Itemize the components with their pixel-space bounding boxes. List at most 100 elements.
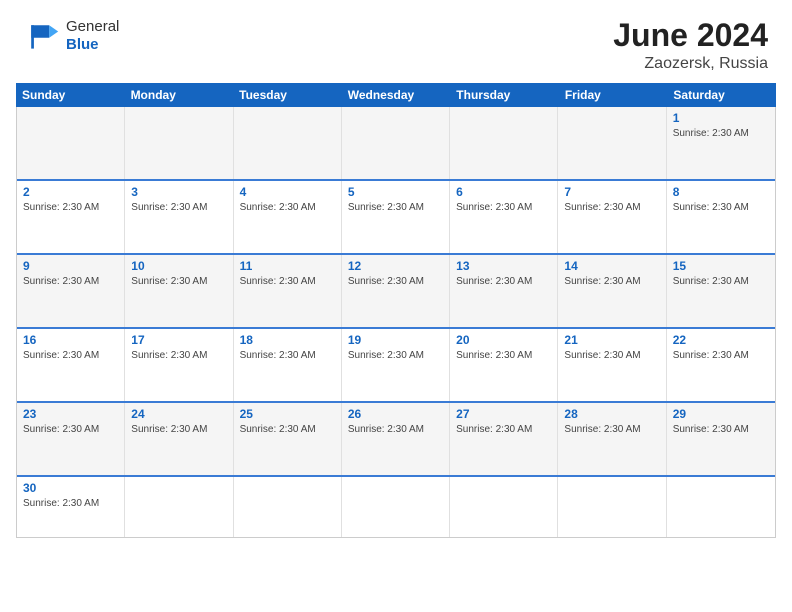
day-number: 5 [348, 185, 443, 199]
day-info: Sunrise: 2:30 AM [564, 201, 659, 215]
calendar-cell: 28 Sunrise: 2:30 AM [558, 403, 666, 475]
day-number: 12 [348, 259, 443, 273]
calendar: Sunday Monday Tuesday Wednesday Thursday… [16, 83, 776, 538]
day-number: 9 [23, 259, 118, 273]
day-info: Sunrise: 2:30 AM [240, 201, 335, 215]
calendar-cell: 21 Sunrise: 2:30 AM [558, 329, 666, 401]
day-info: Sunrise: 2:30 AM [456, 349, 551, 363]
day-number: 13 [456, 259, 551, 273]
day-number: 4 [240, 185, 335, 199]
day-info: Sunrise: 2:30 AM [456, 201, 551, 215]
logo: General Blue [24, 18, 119, 54]
calendar-row: 2Sunrise: 2:30 AM 3 Sunrise: 2:30 AM 4 Sunri… [17, 181, 775, 255]
calendar-cell: 16 Sunrise: 2:30 AM [17, 329, 125, 401]
logo-blue-label: Blue [66, 36, 119, 54]
day-info: Sunrise: 2:30 AM [456, 275, 551, 289]
page: General Blue June 2024 Zaozersk, Russia … [0, 0, 792, 612]
day-number: 16 [23, 333, 118, 347]
day-number: 8 [673, 185, 769, 199]
day-info: Sunrise: 2:30 AM [348, 423, 443, 437]
day-info: Sunrise: 2:30 AM [131, 423, 226, 437]
day-info: Sunrise: 2:30 AM [673, 423, 769, 437]
calendar-cell: 4 Sunrise: 2:30 AM [234, 181, 342, 253]
logo-general-label: General [66, 18, 119, 36]
calendar-cell: 27Sunrise: 2:30 AM [450, 403, 558, 475]
day-info: Sunrise: 2:30 AM [564, 349, 659, 363]
title-block: June 2024 Zaozersk, Russia [613, 18, 768, 73]
calendar-cell: 10 Sunrise: 2:30 AM [125, 255, 233, 327]
day-number: 3 [131, 185, 226, 199]
calendar-cell: 15Sunrise: 2:30 AM [667, 255, 775, 327]
day-number: 10 [131, 259, 226, 273]
calendar-cell: 20 Sunrise: 2:30 AM [450, 329, 558, 401]
calendar-cell: 14 Sunrise: 2:30 AM [558, 255, 666, 327]
day-number: 28 [564, 407, 659, 421]
day-number: 17 [131, 333, 226, 347]
calendar-cell [450, 477, 558, 537]
day-info: Sunrise: 2:30 AM [23, 497, 118, 511]
day-info: Sunrise: 2:30 AM [23, 423, 118, 437]
calendar-cell: 6 Sunrise: 2:30 AM [450, 181, 558, 253]
day-number: 30 [23, 481, 118, 495]
calendar-cell [125, 477, 233, 537]
calendar-row: 30 Sunrise: 2:30 AM [17, 477, 775, 538]
day-info: Sunrise: 2:30 AM [23, 275, 118, 289]
calendar-row: 16Sunrise: 2:30 AM17Sunrise: 2:30 AM18Su… [17, 329, 775, 403]
day-number: 11 [240, 259, 335, 273]
day-info: Sunrise: 2:30 AM [673, 349, 769, 363]
day-info: Sunrise: 2:30 AM [456, 423, 551, 437]
calendar-cell [667, 477, 775, 537]
calendar-cell: 8Sunrise: 2:30 AM [667, 181, 775, 253]
header-friday: Friday [559, 83, 668, 107]
day-number: 29 [673, 407, 769, 421]
calendar-row: 9 Sunrise: 2:30 AM 10 Sunrise: 2:30 AM 11 Sun… [17, 255, 775, 329]
day-info: Sunrise: 2:30 AM [348, 349, 443, 363]
day-number: 14 [564, 259, 659, 273]
day-number: 7 [564, 185, 659, 199]
calendar-cell [450, 107, 558, 179]
day-info: Sunrise: 2:30 AM [23, 349, 118, 363]
calendar-cell [234, 107, 342, 179]
calendar-cell [558, 477, 666, 537]
calendar-cell: 11 Sunrise: 2:30 AM [234, 255, 342, 327]
calendar-cell: 19Sunrise: 2:30 AM [342, 329, 450, 401]
calendar-cell: 9 Sunrise: 2:30 AM [17, 255, 125, 327]
day-info: Sunrise: 2:30 AM [131, 201, 226, 215]
calendar-cell: 12Sunrise: 2:30 AM [342, 255, 450, 327]
calendar-cell: 2Sunrise: 2:30 AM [17, 181, 125, 253]
calendar-cell: 23Sunrise: 2:30 AM [17, 403, 125, 475]
calendar-cell: 24 Sunrise: 2:30 AM [125, 403, 233, 475]
month-year-title: June 2024 [613, 18, 768, 53]
day-number: 26 [348, 407, 443, 421]
header-monday: Monday [125, 83, 234, 107]
day-info: Sunrise: 2:30 AM [131, 275, 226, 289]
day-number: 21 [564, 333, 659, 347]
day-info: Sunrise: 2:30 AM [240, 275, 335, 289]
day-info: Sunrise: 2:30 AM [23, 201, 118, 215]
calendar-row: 1 Sunrise: 2:30 AM [17, 107, 775, 181]
day-number: 1 [673, 111, 769, 125]
calendar-cell [558, 107, 666, 179]
calendar-cell [234, 477, 342, 537]
header-saturday: Saturday [667, 83, 776, 107]
calendar-cell: 5 Sunrise: 2:30 AM [342, 181, 450, 253]
day-info: Sunrise: 2:30 AM [673, 127, 769, 141]
calendar-header: Sunday Monday Tuesday Wednesday Thursday… [16, 83, 776, 107]
calendar-cell: 30 Sunrise: 2:30 AM [17, 477, 125, 537]
day-info: Sunrise: 2:30 AM [564, 423, 659, 437]
logo-icon [24, 18, 60, 54]
day-info: Sunrise: 2:30 AM [348, 201, 443, 215]
header-thursday: Thursday [450, 83, 559, 107]
day-number: 25 [240, 407, 335, 421]
calendar-cell: 25Sunrise: 2:30 AM [234, 403, 342, 475]
day-number: 24 [131, 407, 226, 421]
day-number: 6 [456, 185, 551, 199]
calendar-cell: 13 Sunrise: 2:30 AM [450, 255, 558, 327]
calendar-cell: 3 Sunrise: 2:30 AM [125, 181, 233, 253]
day-number: 20 [456, 333, 551, 347]
calendar-cell: 7 Sunrise: 2:30 AM [558, 181, 666, 253]
calendar-body: 1Sunrise: 2:30 AM2Sunrise: 2:30 AM3Sunri… [16, 107, 776, 538]
day-info: Sunrise: 2:30 AM [564, 275, 659, 289]
calendar-cell: 1 Sunrise: 2:30 AM [667, 107, 775, 179]
logo-text: General Blue [66, 18, 119, 54]
